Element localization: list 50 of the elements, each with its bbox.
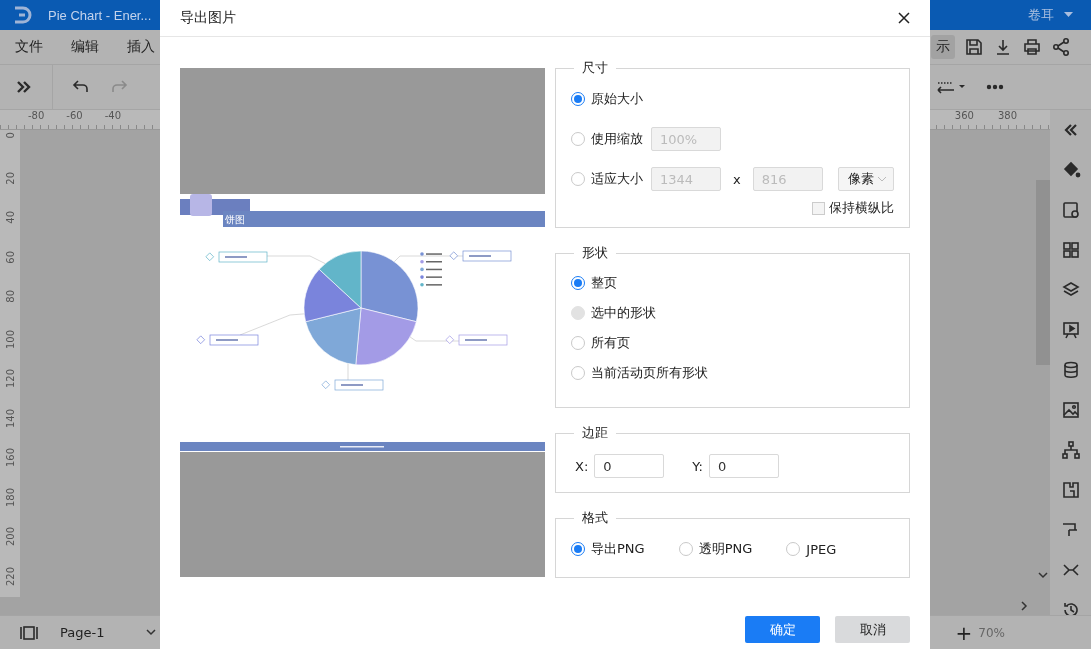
group-title: 边距 [574, 425, 616, 441]
ruler-label: 80 [4, 290, 16, 303]
option-label[interactable]: 导出PNG [591, 540, 645, 558]
document-title: Pie Chart - Ener... [48, 7, 152, 23]
option-label[interactable]: 所有页 [591, 334, 630, 352]
dialog-title: 导出图片 [180, 9, 236, 27]
ruler-label: -80 [28, 110, 45, 123]
option-label[interactable]: JPEG [806, 541, 837, 557]
ruler-label: -40 [104, 110, 122, 123]
zoom-in-button[interactable]: + [955, 620, 973, 645]
menu-item[interactable]: 编辑 [71, 38, 99, 56]
confirm-button[interactable]: 确定 [745, 616, 820, 643]
menu-item[interactable]: 插入 [127, 38, 155, 56]
option-label[interactable]: 使用缩放 [591, 130, 643, 148]
ruler-label: 140 [4, 408, 16, 428]
checkbox-label[interactable]: 保持横纵比 [829, 199, 894, 217]
margin-field[interactable]: 0 [708, 454, 779, 478]
ruler-label: 100 [4, 329, 16, 349]
times-sign: x [733, 171, 741, 187]
ruler-label: 180 [4, 487, 16, 507]
ruler-label: 380 [997, 110, 1017, 123]
zoom-level: 70% [978, 625, 1005, 640]
unit-dropdown[interactable]: 像素 [837, 167, 894, 191]
ruler-label: 0 [4, 132, 16, 139]
option-label[interactable]: 原始大小 [591, 90, 643, 108]
ruler-label: 160 [4, 448, 16, 468]
present-button[interactable]: 示 [931, 35, 955, 59]
field-label: X: [575, 458, 589, 474]
ruler-label: 120 [4, 369, 16, 389]
group-title: 尺寸 [574, 60, 616, 76]
user-name[interactable]: 卷耳 [1028, 6, 1054, 24]
field-label: Y: [692, 458, 703, 474]
ruler-label: 40 [4, 211, 16, 224]
ruler-label: 360 [954, 110, 974, 123]
menu-item[interactable]: 文件 [15, 38, 43, 56]
option-label[interactable]: 透明PNG [698, 540, 753, 558]
ruler-label: 200 [4, 527, 16, 547]
group-title: 格式 [574, 510, 616, 526]
slide-title: 饼图 [225, 213, 245, 225]
cancel-button[interactable]: 取消 [835, 616, 910, 643]
margin-field[interactable]: 0 [594, 454, 665, 478]
ruler-label: 60 [4, 250, 16, 264]
ruler-label: 220 [4, 566, 16, 586]
page-tab[interactable]: Page-1 [60, 625, 105, 640]
group-title: 形状 [574, 245, 616, 261]
option-label[interactable]: 整页 [591, 274, 617, 292]
ruler-label: 20 [4, 171, 16, 185]
option-label[interactable]: 当前活动页所有形状 [591, 364, 708, 382]
ruler-label: -60 [66, 110, 83, 123]
option-label[interactable]: 适应大小 [591, 170, 643, 188]
